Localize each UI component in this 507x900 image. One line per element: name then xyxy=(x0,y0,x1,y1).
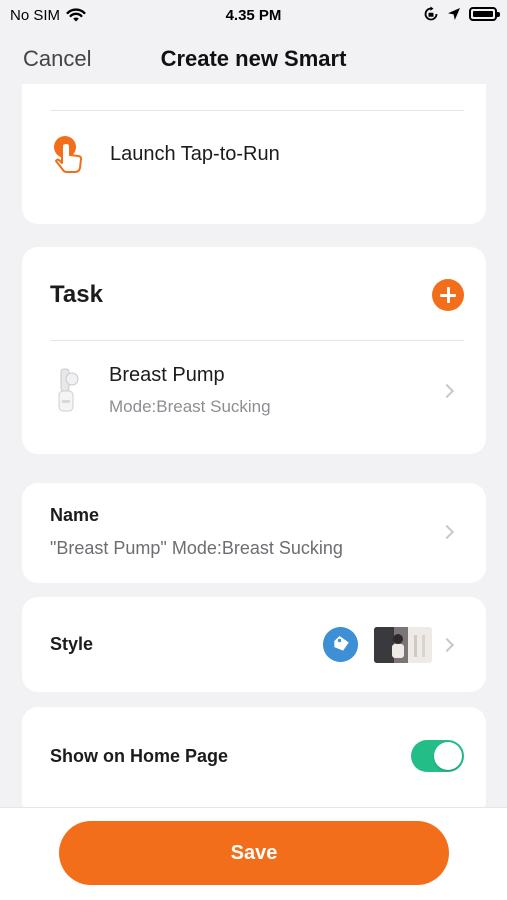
task-section-title: Task xyxy=(50,281,103,308)
show-on-home-label: Show on Home Page xyxy=(50,746,229,766)
condition-row[interactable]: Launch Tap-to-Run xyxy=(50,134,280,174)
toggle-knob xyxy=(434,742,462,770)
tag-icon xyxy=(323,627,358,662)
task-card: Task Breast Pump Mode:Breast Sucking xyxy=(22,247,486,454)
add-task-button[interactable] xyxy=(432,279,464,311)
save-button[interactable]: Save xyxy=(59,821,449,885)
style-row[interactable]: Style xyxy=(22,597,486,692)
task-device-name: Breast Pump xyxy=(109,364,225,386)
task-item[interactable]: Breast Pump Mode:Breast Sucking xyxy=(22,341,486,454)
style-background-image xyxy=(374,627,432,663)
orientation-lock-icon xyxy=(424,6,438,21)
location-arrow-icon xyxy=(448,8,460,20)
tap-hand-icon xyxy=(54,136,82,173)
task-device-mode: Mode:Breast Sucking xyxy=(109,397,271,416)
page-title: Create new Smart xyxy=(160,46,347,71)
status-bar: No SIM 4.35 PM xyxy=(0,0,507,32)
show-on-home-toggle[interactable] xyxy=(411,740,464,772)
chevron-right-icon xyxy=(439,524,455,540)
breast-pump-device-icon xyxy=(58,368,79,412)
room-photo-icon xyxy=(374,627,432,663)
nav-bar: Cancel Create new Smart xyxy=(0,32,507,84)
name-row[interactable]: Name "Breast Pump" Mode:Breast Sucking xyxy=(22,483,486,583)
show-on-home-row: Show on Home Page xyxy=(22,707,486,817)
chevron-right-icon xyxy=(439,383,455,399)
condition-card: Launch Tap-to-Run xyxy=(22,84,486,224)
chevron-right-icon xyxy=(439,637,455,653)
status-right xyxy=(423,6,500,22)
style-label: Style xyxy=(50,634,94,654)
name-label: Name xyxy=(50,505,100,525)
footer-bar: Save xyxy=(0,807,507,900)
battery-icon xyxy=(469,7,500,21)
condition-label: Launch Tap-to-Run xyxy=(110,142,280,165)
name-value: "Breast Pump" Mode:Breast Sucking xyxy=(50,538,343,558)
divider xyxy=(50,110,464,111)
